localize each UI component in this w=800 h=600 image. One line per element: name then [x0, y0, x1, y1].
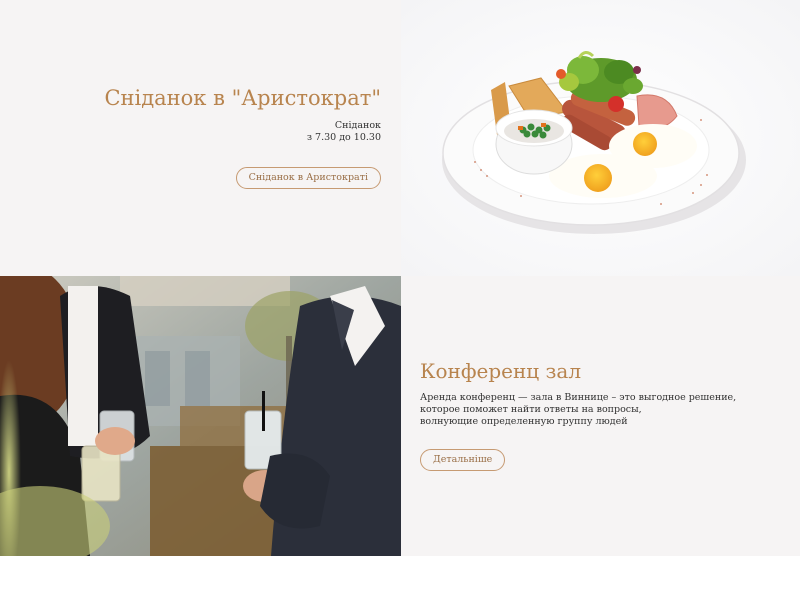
- breakfast-hours: Сніданок з 7.30 до 10.30: [307, 120, 381, 144]
- conference-title: Конференц зал: [420, 359, 582, 383]
- conference-details-button[interactable]: Детальніше: [420, 449, 506, 471]
- conference-description-line: Аренда конференц — зала в Виннице – это …: [420, 392, 737, 403]
- conference-description-line: которое поможет найти ответы на вопросы,: [420, 404, 642, 415]
- breakfast-hours-text: з 7.30 до 10.30: [306, 132, 381, 143]
- page: Сніданок в "Аристократ" Сніданок з 7.30 …: [0, 0, 800, 600]
- breakfast-button[interactable]: Сніданок в Аристократі: [235, 167, 381, 189]
- breakfast-plate-image: [401, 0, 800, 276]
- breakfast-info-panel: Сніданок в "Аристократ" Сніданок з 7.30 …: [0, 0, 401, 276]
- conference-description: Аренда конференц — зала в Виннице – это …: [420, 392, 737, 428]
- breakfast-title: Сніданок в "Аристократ": [104, 86, 381, 110]
- conference-people-image: [0, 276, 401, 556]
- conference-info-panel: Конференц зал Аренда конференц — зала в …: [401, 276, 800, 556]
- breakfast-subtitle-label: Сніданок: [334, 120, 381, 131]
- page-bottom-space: [0, 556, 800, 600]
- conference-description-line: волнующие определенную группу людей: [420, 416, 628, 427]
